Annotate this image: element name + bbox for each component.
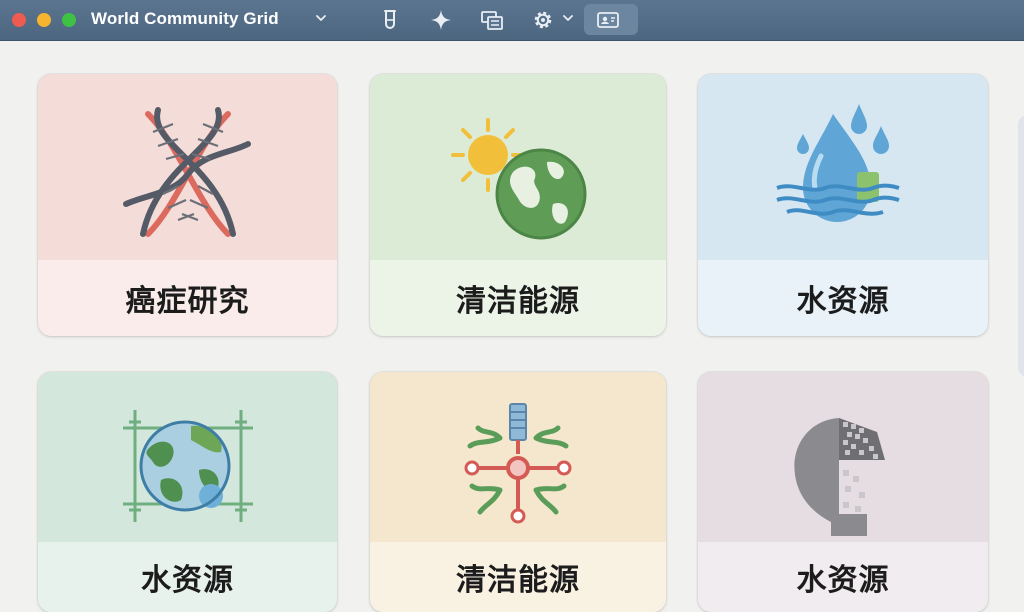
window-title[interactable]: World Community Grid: [91, 9, 279, 29]
next-card-edge: [1018, 115, 1024, 377]
card-label: 水资源: [38, 542, 337, 612]
tasks-icon[interactable]: [480, 8, 504, 32]
card-label: 癌症研究: [38, 260, 337, 336]
globe-grid-icon: [122, 410, 253, 522]
water-drop-icon: [776, 104, 900, 222]
project-card-row2-3[interactable]: 水资源: [698, 372, 988, 612]
screensaver-icon: [597, 12, 619, 28]
gear-menu-chevron-icon[interactable]: [561, 11, 575, 25]
project-grid: 癌症研究 清洁能源 水资源 水资源 清洁能源 水资源: [0, 41, 1024, 612]
project-card-row2-1[interactable]: 水资源: [38, 372, 337, 612]
close-window-button[interactable]: [12, 13, 26, 27]
card-label: 清洁能源: [370, 542, 666, 612]
card-label: 清洁能源: [370, 260, 666, 336]
sun-globe-icon: [451, 118, 587, 240]
molecule-icon: [464, 403, 572, 524]
card-label: 水资源: [698, 260, 988, 336]
project-card-cancer-research[interactable]: 癌症研究: [38, 74, 337, 336]
pixel-head-icon: [794, 418, 885, 536]
card-label: 水资源: [698, 542, 988, 612]
title-bar: World Community Grid: [0, 0, 1024, 41]
maximize-window-button[interactable]: [62, 13, 76, 27]
project-card-water-resources[interactable]: 水资源: [698, 74, 988, 336]
gear-icon[interactable]: [531, 8, 555, 32]
chevron-down-icon[interactable]: [314, 11, 328, 25]
minimize-window-button[interactable]: [37, 13, 51, 27]
project-card-clean-energy[interactable]: 清洁能源: [370, 74, 666, 336]
sparkle-icon[interactable]: [429, 8, 453, 32]
project-card-row2-2[interactable]: 清洁能源: [370, 372, 666, 612]
dna-icon: [122, 107, 251, 237]
beaker-icon[interactable]: [378, 8, 402, 32]
